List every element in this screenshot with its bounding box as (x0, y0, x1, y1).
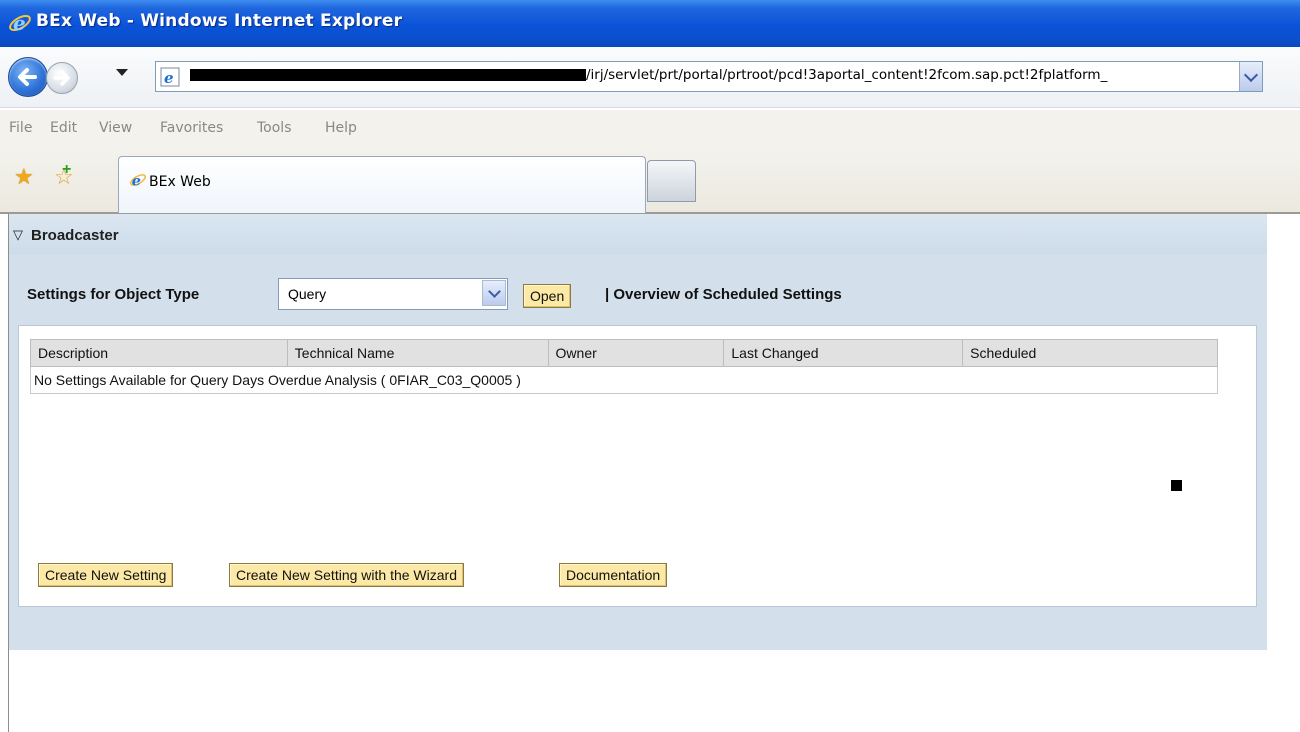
window-title: BEx Web - Windows Internet Explorer (36, 11, 403, 31)
address-bar[interactable]: e /irj/servlet/prt/portal/prtroot/pcd!3a… (155, 61, 1263, 92)
svg-text:e: e (132, 172, 141, 189)
menu-favorites[interactable]: Favorites (160, 120, 223, 136)
internet-explorer-icon: e (9, 11, 31, 35)
forward-arrow-icon (53, 70, 70, 86)
object-type-value: Query (288, 286, 327, 302)
overview-scheduled-settings-link[interactable]: | Overview of Scheduled Settings (605, 286, 842, 303)
svg-text:e: e (164, 69, 174, 87)
panel-title: Broadcaster (31, 227, 119, 244)
table-header-row: Description Technical Name Owner Last Ch… (30, 339, 1218, 367)
tab-label: BEx Web (149, 174, 211, 190)
open-button[interactable]: Open (523, 284, 572, 308)
tab-bex-web[interactable]: e BEx Web (118, 156, 646, 213)
menu-tools[interactable]: Tools (257, 120, 292, 136)
column-header-description[interactable]: Description (30, 339, 288, 367)
create-setting-wizard-button[interactable]: Create New Setting with the Wizard (229, 563, 464, 587)
chevron-down-icon (488, 285, 501, 298)
settings-content-box: Description Technical Name Owner Last Ch… (18, 325, 1257, 607)
internet-explorer-icon: e (130, 172, 146, 189)
documentation-button[interactable]: Documentation (559, 563, 668, 587)
chevron-down-icon (1243, 67, 1259, 83)
object-type-select[interactable]: Query (278, 278, 508, 310)
settings-table: Description Technical Name Owner Last Ch… (30, 339, 1218, 394)
recent-pages-dropdown[interactable] (116, 69, 128, 76)
tab-bar: ★ ☆ + e BEx Web (0, 150, 1300, 214)
portal-page: ▽ Broadcaster Settings for Object Type Q… (0, 214, 1300, 732)
broadcaster-panel: ▽ Broadcaster Settings for Object Type Q… (9, 214, 1267, 650)
address-url: /irj/servlet/prt/portal/prtroot/pcd!3apo… (586, 67, 1108, 83)
navigation-bar: e /irj/servlet/prt/portal/prtroot/pcd!3a… (0, 47, 1300, 108)
menu-bar: File Edit View Favorites Tools Help (0, 110, 1300, 150)
menu-view[interactable]: View (99, 120, 132, 136)
panel-header[interactable]: ▽ Broadcaster (9, 214, 1267, 254)
back-button[interactable] (8, 57, 48, 97)
page-icon: e (160, 67, 180, 87)
black-square-marker (1171, 480, 1182, 491)
back-arrow-icon (18, 68, 37, 86)
new-tab-button[interactable] (647, 160, 696, 202)
object-type-label: Settings for Object Type (27, 286, 200, 303)
add-favorite-icon[interactable]: ☆ + (54, 161, 74, 190)
plus-icon: + (62, 161, 72, 178)
empty-table-message: No Settings Available for Query Days Ove… (30, 366, 1218, 394)
create-new-setting-button[interactable]: Create New Setting (38, 563, 174, 587)
collapse-triangle-icon[interactable]: ▽ (13, 227, 23, 243)
column-header-owner[interactable]: Owner (547, 339, 725, 367)
redacted-url-segment (190, 69, 586, 81)
menu-help[interactable]: Help (325, 120, 357, 136)
menu-edit[interactable]: Edit (50, 120, 77, 136)
object-type-dropdown-button[interactable] (482, 280, 506, 306)
column-header-technical-name[interactable]: Technical Name (286, 339, 549, 367)
window-titlebar: e BEx Web - Windows Internet Explorer (0, 0, 1300, 47)
address-dropdown-button[interactable] (1239, 62, 1262, 91)
forward-button[interactable] (46, 62, 78, 94)
svg-text:e: e (13, 11, 26, 35)
column-header-scheduled[interactable]: Scheduled (962, 339, 1218, 367)
table-row: No Settings Available for Query Days Ove… (30, 366, 1218, 394)
favorites-star-icon[interactable]: ★ (14, 164, 34, 190)
menu-file[interactable]: File (9, 120, 32, 136)
column-header-last-changed[interactable]: Last Changed (723, 339, 964, 367)
